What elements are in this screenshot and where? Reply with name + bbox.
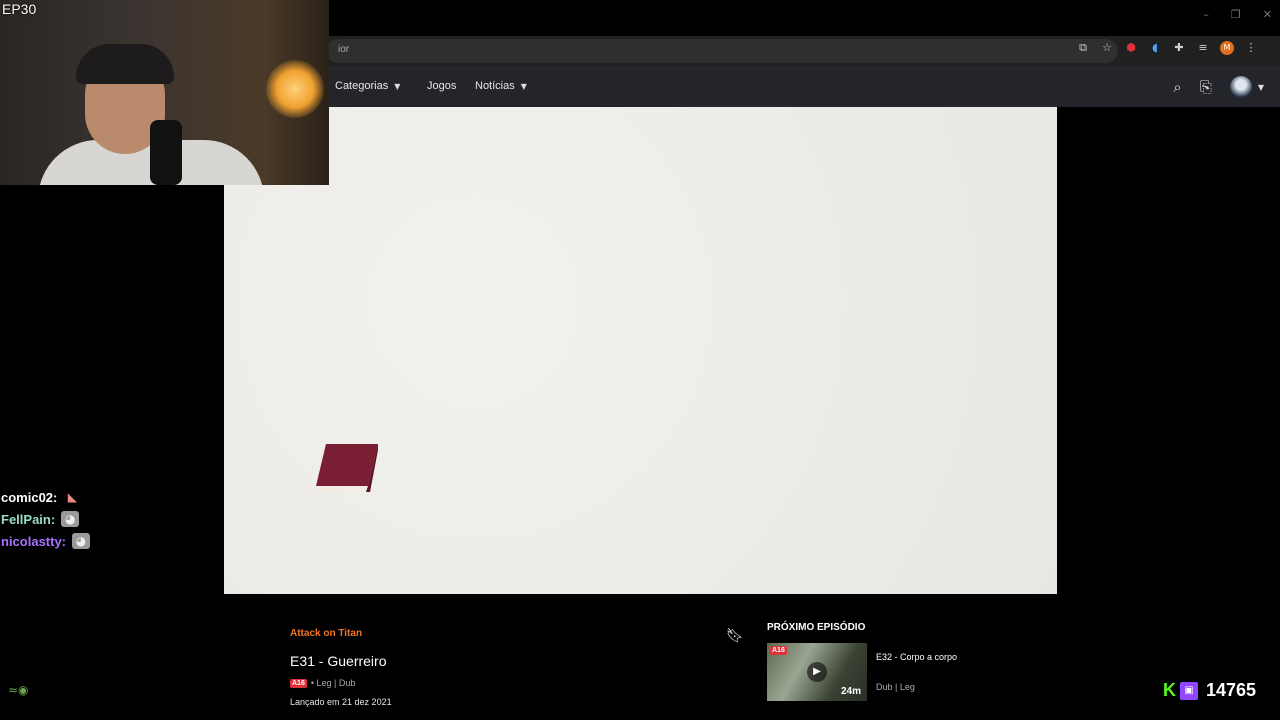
viewer-count: 14765 <box>1206 680 1257 700</box>
age-rating-badge: A16 <box>770 646 787 655</box>
next-episode-heading: PRÓXIMO EPISÓDIO <box>767 622 866 633</box>
search-icon[interactable]: ⌕ <box>1173 78 1181 96</box>
chat-message: comic02: ◣ <box>1 486 90 508</box>
cat-emote-icon: ◕ <box>61 511 80 527</box>
episode-duration: 24m <box>840 686 861 697</box>
site-navbar: Categorias ▼ Jogos Notícias ▼ ⌕ ⎘ ▼ <box>318 66 1280 107</box>
more-icon[interactable]: ⋮ <box>1244 41 1258 55</box>
video-player[interactable] <box>224 107 1057 594</box>
chat-username: FellPain: <box>1 511 56 527</box>
episode-languages: • Leg | Dub <box>310 678 356 688</box>
next-episode-thumbnail[interactable]: A16 ▶ 24m <box>767 643 867 701</box>
next-episode-languages: Dub | Leg <box>876 682 915 692</box>
nav-news-label: Notícias <box>475 80 515 92</box>
frog-emote-icon: ≈◉ <box>8 683 29 697</box>
lamp <box>266 60 324 118</box>
audio-icon[interactable]: ◖ <box>1148 41 1162 55</box>
minimize-icon[interactable]: – <box>1203 8 1209 21</box>
twitch-logo-icon: ▣ <box>1180 681 1198 700</box>
bookmark-icon[interactable]: ⎘ <box>1200 78 1212 96</box>
restore-icon[interactable]: ❐ <box>1231 8 1241 21</box>
media-icon[interactable]: ≡ <box>1196 41 1210 55</box>
nav-categories-label: Categorias <box>335 80 389 92</box>
chevron-down-icon: ▼ <box>1257 82 1264 92</box>
episode-overlay-label: EP30 <box>2 1 37 17</box>
chat-overlay: comic02: ◣ FellPain: ◕ nicolastty: ◕ <box>1 486 91 552</box>
nav-games[interactable]: Jogos <box>427 80 456 92</box>
cast-icon[interactable]: ⧉ <box>1076 41 1090 55</box>
star-icon[interactable]: ☆ <box>1100 41 1114 55</box>
puzzle-icon[interactable]: ✚ <box>1172 41 1186 55</box>
adblock-icon[interactable]: ⬢ <box>1124 41 1138 55</box>
streamer-cap <box>76 44 174 84</box>
address-text: ior <box>338 44 350 55</box>
kick-logo-icon: K <box>1163 680 1176 700</box>
episode-title: E31 - Guerreiro <box>290 653 387 669</box>
microphone <box>150 120 182 185</box>
user-menu[interactable]: ▼ <box>1229 76 1264 98</box>
webcam-overlay: EP30 <box>0 0 329 185</box>
chat-username: nicolastty: <box>1 533 67 549</box>
bookmark-icon[interactable]: 🔖︎ <box>726 628 744 644</box>
chevron-down-icon: ▼ <box>520 81 527 91</box>
play-icon[interactable]: ▶ <box>807 662 827 682</box>
nav-categories[interactable]: Categorias ▼ <box>335 80 400 92</box>
next-episode-title[interactable]: E32 - Corpo a corpo <box>876 652 957 662</box>
nav-actions: ⌕ ⎘ ▼ <box>1173 76 1264 98</box>
extension-icons: ⧉ ☆ ⬢ ◖ ✚ ≡ M ⋮ <box>1076 41 1258 55</box>
profile-icon[interactable]: M <box>1220 41 1234 55</box>
close-icon[interactable]: ✕ <box>1263 8 1272 21</box>
episode-meta: A16 • Leg | Dub <box>290 678 355 688</box>
book-icon <box>316 444 378 492</box>
address-bar[interactable]: ior <box>326 39 1118 63</box>
window-controls: – ❐ ✕ <box>1203 8 1280 21</box>
chat-message: FellPain: ◕ <box>1 508 90 530</box>
dog-emote-icon: ◣ <box>67 490 77 504</box>
age-rating-badge: A16 <box>290 678 307 688</box>
release-date: Lançado em 21 dez 2021 <box>290 697 392 707</box>
nav-news[interactable]: Notícias ▼ <box>475 80 527 92</box>
nav-games-label: Jogos <box>427 80 457 92</box>
series-title-link[interactable]: Attack on Titan <box>290 628 362 639</box>
avatar <box>1229 76 1252 98</box>
chat-message: nicolastty: ◕ <box>1 530 91 552</box>
chat-username: comic02: <box>1 489 58 505</box>
cat-emote-icon: ◕ <box>72 533 91 549</box>
browser-toolbar: ior ⧉ ☆ ⬢ ◖ ✚ ≡ M ⋮ <box>318 36 1280 66</box>
chevron-down-icon: ▼ <box>394 81 401 91</box>
viewer-counter: K ▣ 14765 <box>1163 680 1256 701</box>
